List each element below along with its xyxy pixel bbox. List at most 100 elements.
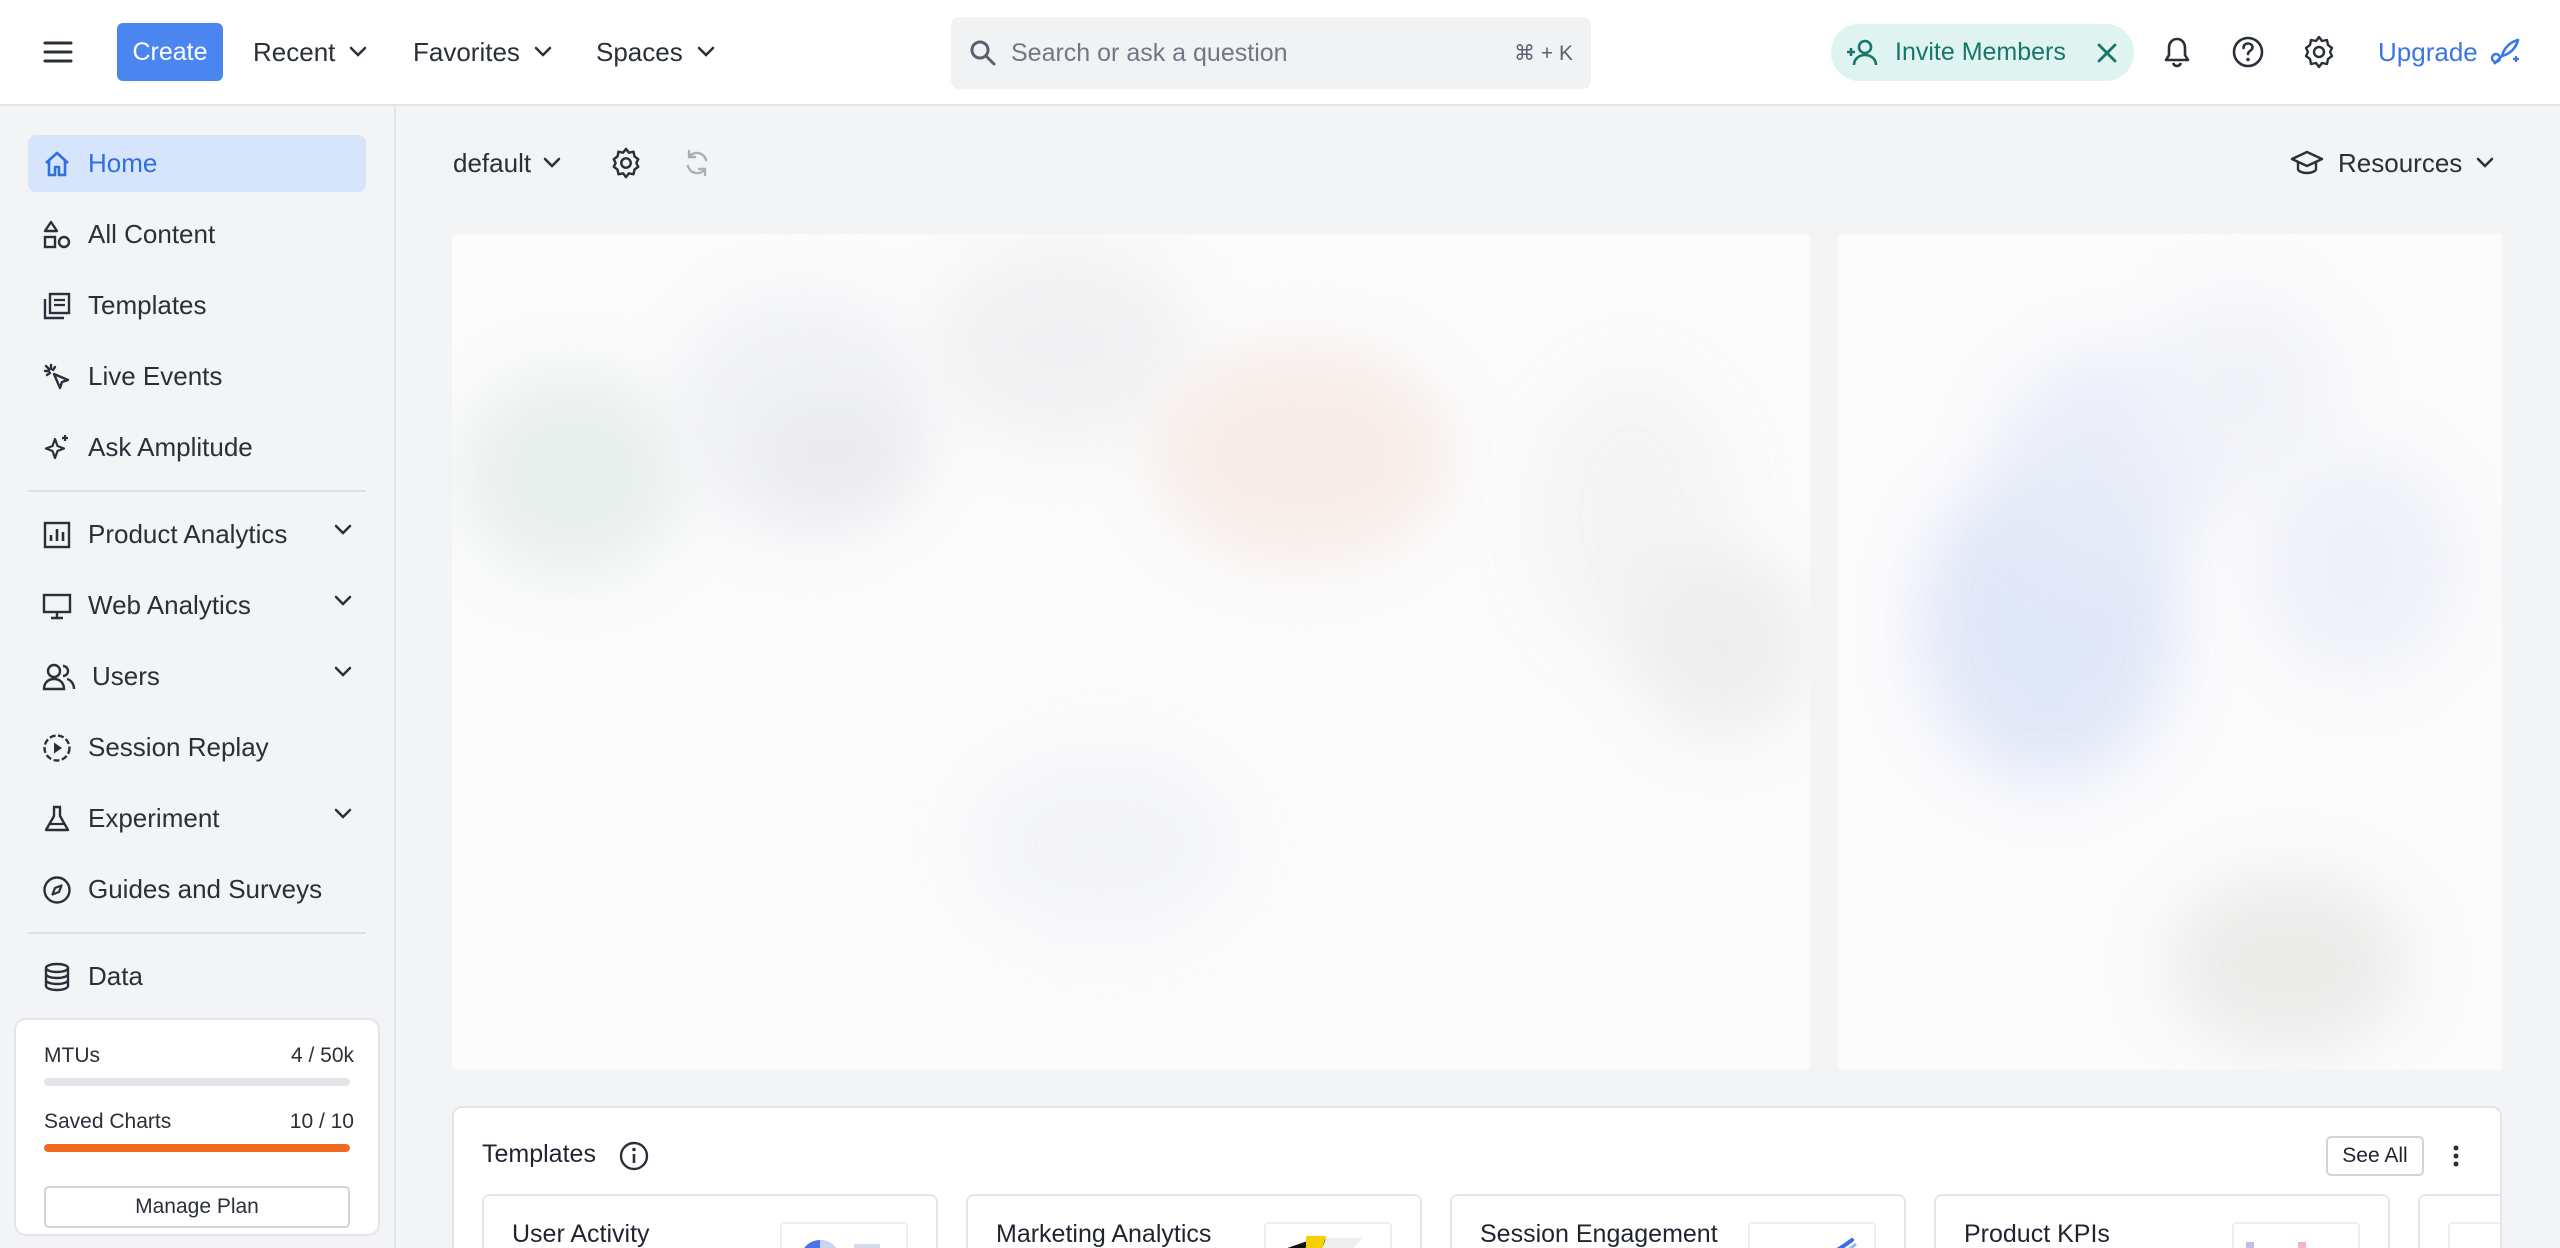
sidebar-item-guides-and-surveys[interactable]: Guides and Surveys	[28, 861, 366, 918]
chevron-down-icon	[2477, 157, 2494, 168]
sidebar-item-label: Live Events	[88, 361, 223, 391]
invite-members-button[interactable]: Invite Members	[1831, 24, 2134, 81]
sidebar-item-users[interactable]: Users	[28, 648, 366, 705]
templates-icon	[43, 292, 71, 319]
add-user-icon	[1847, 39, 1878, 65]
sidebar-item-label: All Content	[88, 219, 216, 249]
spaces-label: Spaces	[596, 36, 683, 67]
sparkle-icon	[44, 434, 68, 459]
template-card-name: User Activity	[512, 1220, 650, 1248]
placeholder-blob	[1152, 344, 1452, 564]
bell-icon[interactable]	[2157, 32, 2197, 72]
more-options-icon[interactable]	[2444, 1138, 2468, 1174]
sidebar-divider	[28, 490, 366, 492]
sidebar-item-ask-amplitude[interactable]: Ask Amplitude	[28, 419, 366, 476]
resources-dropdown[interactable]: Resources	[2290, 140, 2494, 186]
template-card-name: Product KPIs	[1964, 1220, 2110, 1248]
chevron-down-icon	[543, 157, 561, 168]
loading-panel-main	[452, 234, 1810, 1070]
sidebar-item-label: Experiment	[88, 803, 220, 833]
loading-panel-side	[1838, 234, 2502, 1070]
placeholder-blob	[2168, 874, 2408, 1054]
sidebar-item-product-analytics[interactable]: Product Analytics	[28, 506, 366, 563]
live-events-icon	[43, 363, 70, 389]
users-icon	[42, 663, 76, 690]
workspace-dropdown[interactable]: default	[453, 140, 561, 186]
upgrade-link[interactable]: Upgrade	[2378, 28, 2522, 76]
template-card-next[interactable]	[2418, 1194, 2500, 1248]
chevron-down-icon[interactable]	[334, 666, 352, 678]
home-icon	[45, 151, 69, 176]
templates-section: Templates See All User Activity Marketin…	[452, 1106, 2502, 1248]
see-all-button[interactable]: See All	[2326, 1136, 2424, 1176]
template-thumbnail	[780, 1222, 908, 1248]
search-bar[interactable]: ⌘ + K	[951, 17, 1591, 89]
recent-label: Recent	[253, 36, 336, 67]
help-icon[interactable]	[2228, 32, 2268, 72]
template-card-user-activity[interactable]: User Activity	[482, 1194, 938, 1248]
sidebar-item-live-events[interactable]: Live Events	[28, 348, 366, 405]
info-icon[interactable]	[618, 1140, 650, 1172]
bar-chart-icon	[43, 521, 71, 548]
resources-label: Resources	[2338, 147, 2463, 178]
sidebar-item-templates[interactable]: Templates	[28, 277, 366, 334]
refresh-icon[interactable]	[677, 143, 717, 183]
recent-dropdown[interactable]: Recent	[253, 28, 367, 76]
sidebar-item-web-analytics[interactable]: Web Analytics	[28, 577, 366, 634]
sidebar-item-label: Session Replay	[88, 732, 269, 762]
template-thumbnail	[2448, 1222, 2500, 1248]
sidebar-item-label: Ask Amplitude	[88, 432, 253, 462]
monitor-icon	[42, 593, 72, 619]
favorites-label: Favorites	[413, 36, 520, 67]
template-card-name: Marketing Analytics	[996, 1220, 1212, 1248]
graduation-cap-icon	[2290, 150, 2324, 175]
search-input[interactable]	[1011, 38, 1515, 68]
workspace-settings-gear-icon[interactable]	[606, 143, 646, 183]
sidebar-item-data[interactable]: Data	[28, 948, 366, 1005]
chevron-down-icon	[534, 46, 552, 57]
shapes-icon	[43, 220, 71, 248]
database-icon	[44, 962, 70, 991]
menu-icon[interactable]	[38, 34, 78, 70]
search-icon	[970, 40, 996, 66]
saved-charts-row: Saved Charts 10 / 10	[44, 1110, 354, 1134]
close-icon[interactable]	[2096, 42, 2118, 64]
play-circle-icon	[43, 733, 71, 762]
sidebar-item-all-content[interactable]: All Content	[28, 206, 366, 263]
manage-plan-button[interactable]: Manage Plan	[44, 1186, 350, 1228]
workspace-label: default	[453, 147, 532, 178]
sidebar-item-session-replay[interactable]: Session Replay	[28, 719, 366, 776]
compass-icon	[43, 875, 71, 904]
chevron-down-icon[interactable]	[334, 595, 352, 607]
sidebar-item-label: Home	[88, 148, 158, 178]
sidebar-item-home[interactable]: Home	[28, 135, 366, 192]
settings-gear-icon[interactable]	[2299, 32, 2339, 72]
spaces-dropdown[interactable]: Spaces	[596, 28, 715, 76]
flask-icon	[44, 805, 70, 831]
placeholder-blob	[2138, 294, 2338, 494]
sidebar-item-label: Users	[92, 661, 160, 691]
template-card-session-engagement[interactable]: Session Engagement	[1450, 1194, 1906, 1248]
favorites-dropdown[interactable]: Favorites	[413, 28, 552, 76]
saved-charts-progress-bar	[44, 1144, 350, 1152]
sidebar-item-label: Product Analytics	[88, 519, 288, 549]
sidebar-item-label: Templates	[88, 290, 207, 320]
template-card-marketing-analytics[interactable]: Marketing Analytics	[966, 1194, 1422, 1248]
top-bar: Create Recent Favorites Spaces ⌘ + K Inv…	[0, 0, 2560, 106]
saved-charts-value: 10 / 10	[289, 1110, 354, 1133]
sidebar-item-experiment[interactable]: Experiment	[28, 790, 366, 847]
chevron-down-icon[interactable]	[334, 524, 352, 536]
chevron-down-icon	[350, 46, 367, 57]
template-thumbnail	[1748, 1222, 1876, 1248]
mtus-progress-bar	[44, 1078, 350, 1086]
template-card-product-kpis[interactable]: Product KPIs	[1934, 1194, 2390, 1248]
sidebar: Home All Content Templates Live Events A…	[0, 106, 396, 1248]
template-thumbnail	[1264, 1222, 1392, 1248]
placeholder-blob	[2258, 454, 2458, 674]
mtus-label: MTUs	[44, 1044, 100, 1067]
rocket-sparkle-icon	[2490, 38, 2520, 65]
create-button[interactable]: Create	[117, 23, 223, 81]
saved-charts-label: Saved Charts	[44, 1110, 172, 1133]
sidebar-item-label: Web Analytics	[88, 590, 251, 620]
chevron-down-icon[interactable]	[334, 808, 352, 820]
